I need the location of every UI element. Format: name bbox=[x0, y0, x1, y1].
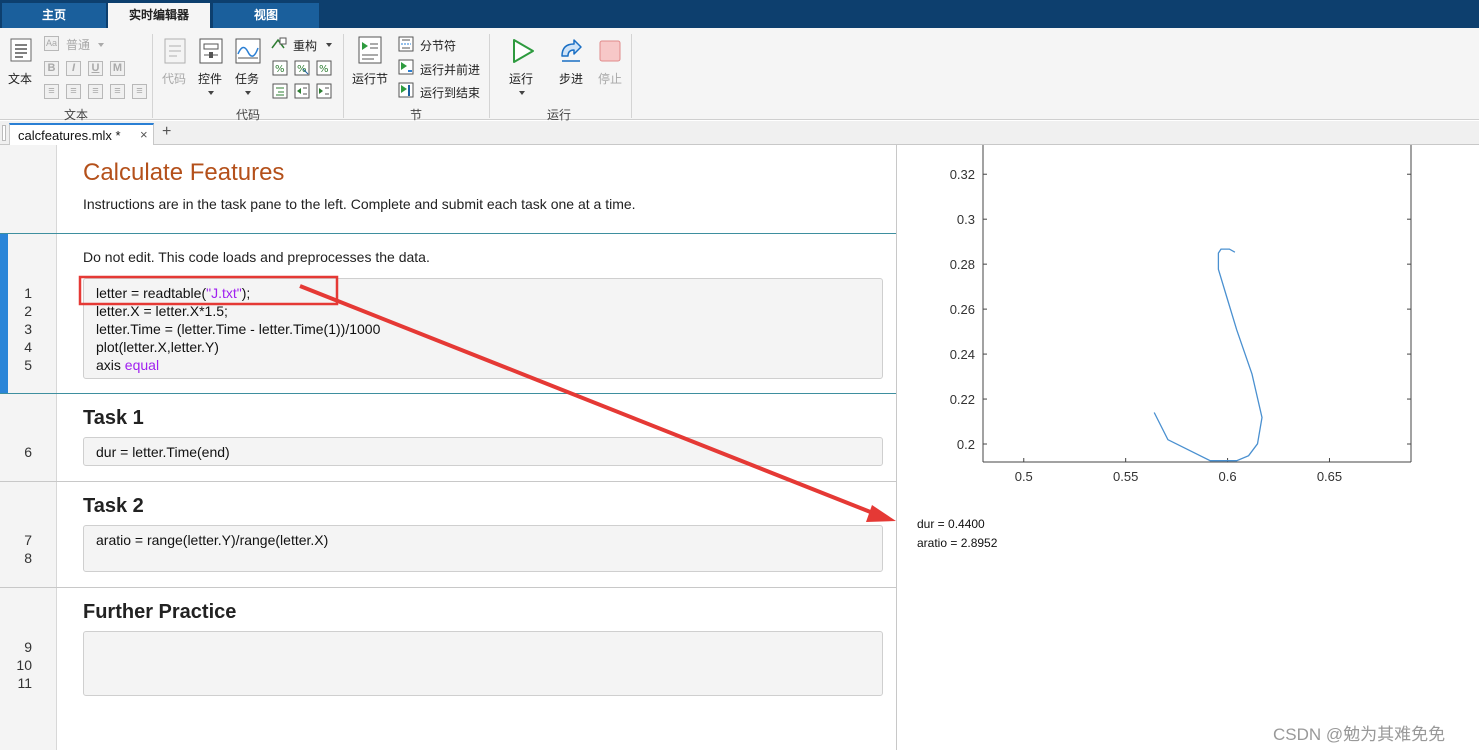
y-tick-label: 0.28 bbox=[950, 257, 975, 272]
y-tick-label: 0.2 bbox=[957, 437, 975, 452]
y-tick-label: 0.3 bbox=[957, 212, 975, 227]
y-tick-label: 0.26 bbox=[950, 302, 975, 317]
x-tick-label: 0.5 bbox=[1015, 469, 1033, 484]
annotation-arrow-line bbox=[299, 284, 879, 517]
highlight-box bbox=[78, 275, 339, 306]
x-tick-label: 0.65 bbox=[1317, 469, 1342, 484]
x-tick-label: 0.6 bbox=[1219, 469, 1237, 484]
matlab-window: 主页 实时编辑器 视图 文本 Aa 普通 B I U M ≡ ≡ ≡ ≡ ≡ 文… bbox=[0, 0, 1479, 750]
annotation-arrow-head bbox=[866, 505, 896, 522]
x-tick-label: 0.55 bbox=[1113, 469, 1138, 484]
figure-plot: 0.2 0.22 0.24 0.26 0.28 0.3 0.32 0.5 0.55 0.6 0.65 bbox=[78, 145, 1412, 522]
watermark: CSDN @勉为其难免免 bbox=[1273, 725, 1446, 744]
y-tick-label: 0.24 bbox=[950, 347, 975, 362]
y-tick-label: 0.32 bbox=[950, 167, 975, 182]
plot-area bbox=[983, 145, 1411, 462]
y-tick-label: 0.22 bbox=[950, 392, 975, 407]
